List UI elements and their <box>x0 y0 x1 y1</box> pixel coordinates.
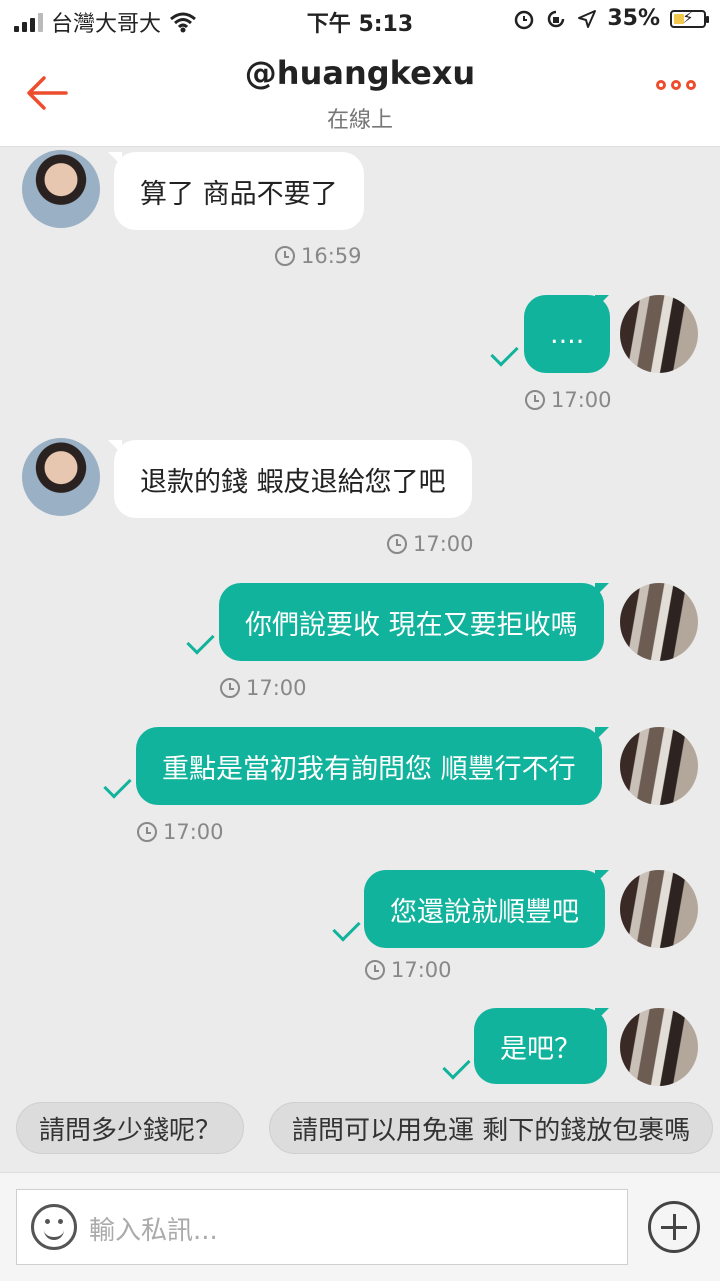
emoji-icon[interactable] <box>31 1204 77 1250</box>
message-bubble: 退款的錢 蝦皮退給您了吧 <box>114 440 472 518</box>
check-icon <box>103 770 132 799</box>
online-status: 在線上 <box>326 108 393 133</box>
battery-icon: ⚡ <box>670 8 709 28</box>
input-bar: 輸入私訊... <box>0 1172 720 1281</box>
avatar[interactable] <box>22 438 100 516</box>
message-time-label: 17:00 <box>163 820 224 844</box>
bubble-tail <box>595 1008 609 1022</box>
battery-percent: 35% <box>607 6 660 31</box>
message-bubble: 您還說就順豐吧 <box>364 870 605 948</box>
clock-icon <box>275 246 295 266</box>
location-icon <box>578 9 597 28</box>
bubble-tail <box>595 727 609 741</box>
avatar[interactable] <box>620 727 698 805</box>
quick-reply-chip[interactable]: 請問可以用免運 剩下的錢放包裹嗎 <box>269 1102 714 1154</box>
message-time-label: 16:59 <box>301 244 362 268</box>
message-time-label: 17:00 <box>413 532 474 556</box>
message-time: 17:00 <box>137 820 224 844</box>
message-time-label: 17:00 <box>391 958 452 982</box>
message-time: 17:00 <box>220 676 307 700</box>
avatar[interactable] <box>620 1008 698 1086</box>
alarm-icon <box>515 10 534 29</box>
message-time: 16:59 <box>275 244 362 268</box>
message-bubble: 是吧？ <box>474 1008 607 1084</box>
avatar[interactable] <box>620 583 698 661</box>
message-time: 17:00 <box>365 958 452 982</box>
message-bubble: 你們說要收 現在又要拒收嗎 <box>219 583 604 661</box>
check-icon <box>186 626 215 655</box>
rotation-lock-icon <box>548 10 565 27</box>
message-input[interactable]: 輸入私訊... <box>16 1189 628 1265</box>
message-time-label: 17:00 <box>246 676 307 700</box>
clock-icon <box>220 678 240 698</box>
bubble-tail <box>595 295 609 309</box>
message-time-label: 17:00 <box>551 388 612 412</box>
clock-icon <box>365 960 385 980</box>
clock-icon <box>137 822 157 842</box>
avatar[interactable] <box>22 150 100 228</box>
bubble-tail <box>595 583 609 597</box>
status-bar: 台灣大哥大 下午 5:13 35% ⚡ <box>0 0 720 40</box>
message-bubble: 算了 商品不要了 <box>114 152 364 230</box>
message-input-placeholder: 輸入私訊... <box>89 1216 218 1246</box>
avatar[interactable] <box>620 870 698 948</box>
plus-icon[interactable] <box>648 1201 700 1253</box>
more-icon[interactable] <box>656 80 696 90</box>
quick-reply-chip[interactable]: 請問多少錢呢？ <box>16 1102 245 1154</box>
message-bubble: 重點是當初我有詢問您 順豐行不行 <box>136 727 602 805</box>
bubble-tail <box>595 870 609 884</box>
avatar[interactable] <box>620 295 698 373</box>
clock-icon <box>387 534 407 554</box>
clock-icon <box>525 390 545 410</box>
chat-header: @huangkexu 在線上 <box>0 40 720 147</box>
check-icon <box>332 913 361 942</box>
message-time: 17:00 <box>387 532 474 556</box>
message-time: 17:00 <box>525 388 612 412</box>
check-icon <box>490 338 519 367</box>
check-icon <box>442 1051 471 1080</box>
chat-username: @huangkexu <box>244 54 476 92</box>
